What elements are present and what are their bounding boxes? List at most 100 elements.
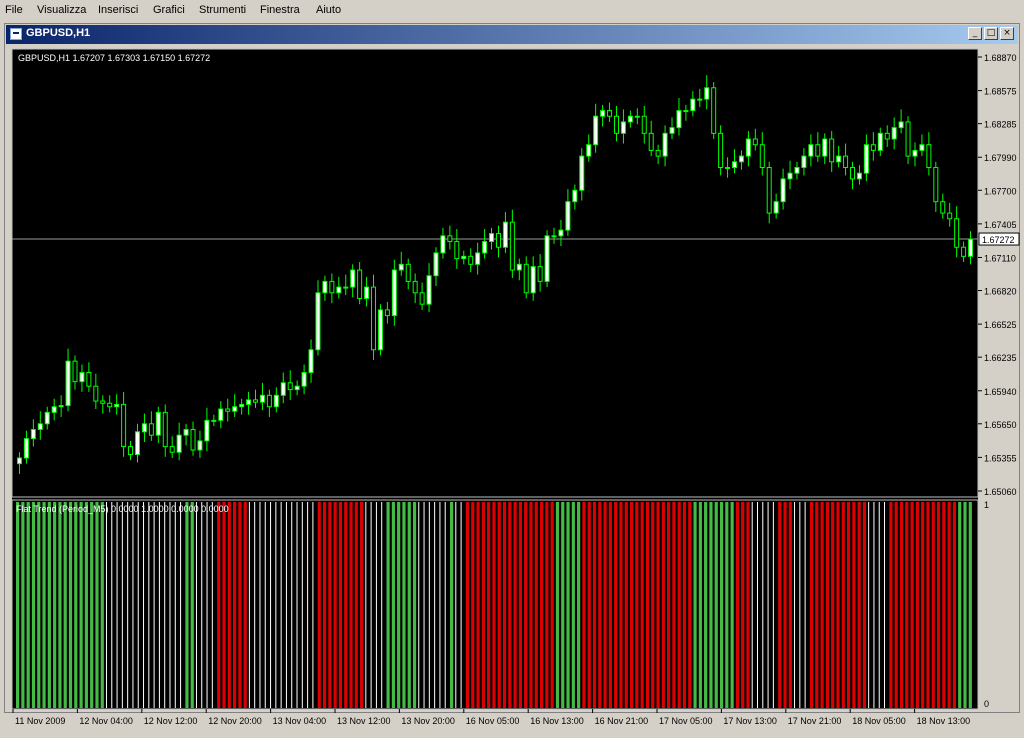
candle-body [246,399,252,405]
histogram-bar [460,502,462,708]
histogram-bar [386,502,390,708]
histogram-bar [878,502,880,708]
histogram-bar [497,502,501,708]
menu-aiuto[interactable]: Aiuto [316,4,341,16]
histogram-bar [804,502,806,708]
candle-body [322,280,328,294]
histogram-bar [180,502,182,708]
histogram-bar [402,502,406,708]
histogram-bar [471,502,475,708]
histogram-bar [428,502,430,708]
x-tick-label: 12 Nov 04:00 [79,716,133,726]
candle-body [905,121,911,157]
candle-body [641,115,647,134]
candle-body [79,372,85,383]
x-tick-label: 16 Nov 05:00 [466,716,520,726]
histogram-bar [243,502,247,708]
candle-body [759,144,765,168]
histogram-bar [217,502,221,708]
histogram-bar [476,502,480,708]
histogram-bar [794,502,796,708]
maximize-button[interactable]: □ [984,27,998,40]
menu-visualizza[interactable]: Visualizza [37,4,86,16]
candle-body [412,280,418,294]
histogram-bar [788,502,792,708]
histogram-bar [873,502,875,708]
histogram-bar [344,502,348,708]
histogram-bar [862,502,867,708]
candle-body [620,121,626,134]
candle-body [600,110,606,117]
histogram-bar [783,502,787,708]
histogram-bar [174,502,176,708]
histogram-bar [127,502,129,708]
candle-body [607,110,613,117]
histogram-bar [349,502,353,708]
candle-body [947,212,953,220]
candle-body [690,98,696,112]
candle-body [266,394,272,408]
histogram-bar [756,502,758,708]
candle-body [718,132,724,168]
candle-body [489,233,495,243]
candle-body [141,423,147,433]
window-titlebar[interactable]: GBPUSD,H1 _ □ × [6,25,1018,44]
menu-finestra[interactable]: Finestra [260,4,300,16]
histogram-bar [21,502,25,708]
histogram-bar [719,502,724,708]
candle-body [509,221,515,271]
y-tick-label: 1.67110 [984,253,1016,263]
candle-body [752,138,758,146]
y-tick-label: 1.65355 [984,453,1017,463]
candle-body [121,403,127,448]
chart-area[interactable]: 1.68870 1.68575 1.68285 1.67990 1.67700 1.674… [10,47,1022,735]
histogram-bar [365,502,367,708]
histogram-bar [360,502,364,708]
histogram-bar [148,502,150,708]
candle-body [516,263,522,271]
y-tick-label: 1.65060 [984,487,1017,497]
x-tick-label: 13 Nov 12:00 [337,716,391,726]
histogram-bar [74,502,78,708]
candle-body [433,252,439,277]
histogram-bar [444,502,446,708]
histogram-bar [746,502,750,708]
histogram-bar [698,502,702,708]
histogram-bar [635,502,639,708]
menu-file[interactable]: File [5,4,23,16]
histogram-bar [529,502,533,708]
histogram-bar [651,502,655,708]
candle-body [468,255,474,265]
histogram-bar [730,502,734,708]
y-tick-label: 1.67990 [984,153,1017,163]
window-title: GBPUSD,H1 [26,27,91,39]
close-button[interactable]: × [1000,27,1014,40]
candle-body [176,434,182,453]
candle-body [377,309,383,351]
menu-strumenti[interactable]: Strumenti [199,4,246,16]
histogram-bar [545,502,549,708]
candle-body [655,149,661,157]
histogram-bar [280,502,282,708]
histogram-bar [645,502,650,708]
histogram-bar [809,502,814,708]
histogram-bar [518,502,522,708]
candle-body [329,280,335,294]
menu-grafici[interactable]: Grafici [153,4,185,16]
candle-body [794,166,800,174]
histogram-bar [508,502,512,708]
candle-body [93,385,99,402]
histogram-bar [381,502,383,708]
menu-inserisci[interactable]: Inserisci [98,4,138,16]
candle-body [732,161,737,168]
histogram-bar [963,502,967,708]
histogram-bar [640,502,644,708]
minimize-button[interactable]: _ [968,27,982,40]
histogram-bar [84,502,88,708]
candle-body [204,419,210,442]
candle-body [676,110,682,129]
indicator-axis-top: 1 [984,500,989,510]
chart-svg[interactable]: 1.68870 1.68575 1.68285 1.67990 1.67700 1.674… [10,47,1022,735]
histogram-bar [587,502,591,708]
candle-body [704,87,710,100]
